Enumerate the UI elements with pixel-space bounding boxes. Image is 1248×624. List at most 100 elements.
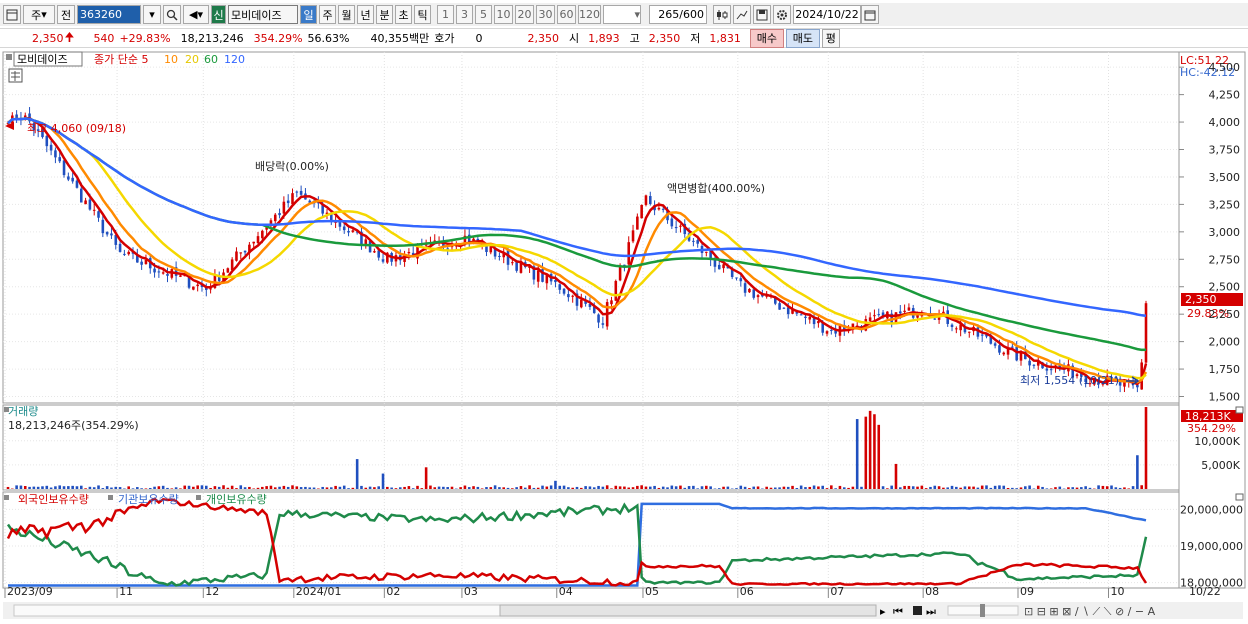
volume-bar	[895, 464, 898, 489]
candle-body	[869, 317, 872, 321]
candle-body	[994, 343, 997, 345]
volume-bar	[977, 488, 980, 489]
period-week[interactable]: 주	[319, 5, 336, 24]
evaluate-button[interactable]: 평	[822, 29, 840, 48]
volume-bar	[71, 486, 74, 489]
period-year[interactable]: 년	[357, 5, 374, 24]
chart-area[interactable]: 모비데이즈 종가 단순 5 10 20 60 120 LC:51.22 HC:-…	[0, 50, 1248, 621]
zoom-slider-handle[interactable]	[980, 604, 985, 617]
market-select[interactable]: 주▾	[23, 5, 55, 24]
speaker-icon[interactable]: ◀▾	[183, 5, 209, 24]
stop-icon[interactable]	[913, 606, 922, 615]
price-change: 540	[88, 32, 119, 45]
candle-body	[287, 201, 290, 204]
volume-bar	[369, 487, 372, 489]
candle-body	[1015, 347, 1018, 361]
low-annotation: 최저 1,554 (10/21)	[1020, 374, 1119, 387]
window-icon[interactable]	[3, 5, 21, 24]
date-field[interactable]: 2024/10/22	[793, 5, 861, 24]
crosshair-icon[interactable]	[733, 5, 751, 24]
legend-individual: 개인보유수량	[206, 493, 267, 506]
interval-10[interactable]: 10	[494, 5, 513, 24]
stock-code-input[interactable]: 363260	[77, 5, 141, 24]
prefix-button[interactable]: 전	[57, 5, 75, 24]
interval-60[interactable]: 60	[557, 5, 576, 24]
volume-bar	[421, 488, 424, 489]
toolbar: 주▾ 전 363260 ▾ ◀▾ 신 모비데이즈 일 주 월 년 분 초 틱 1…	[0, 3, 1248, 26]
volume-bar	[908, 486, 911, 489]
low-price: 1,831	[705, 32, 746, 45]
volume-bar	[15, 485, 18, 489]
dropdown-arrow-icon[interactable]: ▾	[143, 5, 161, 24]
buy-button[interactable]: 매수	[750, 29, 784, 48]
search-icon[interactable]	[163, 5, 181, 24]
volume-bar	[528, 485, 531, 489]
scroll-first-icon[interactable]: ⏮	[893, 605, 903, 618]
interval-120[interactable]: 120	[578, 5, 601, 24]
chart-svg[interactable]: 모비데이즈 종가 단순 5 10 20 60 120 LC:51.22 HC:-…	[0, 50, 1248, 621]
candle-body	[679, 226, 682, 227]
scrollbar-thumb[interactable]	[500, 605, 876, 616]
volume-bar	[37, 487, 40, 489]
candle-body	[352, 230, 355, 232]
volume-bar	[106, 486, 109, 489]
volume-bar	[580, 488, 583, 489]
price-tick-label-12: 1,500	[1209, 391, 1241, 404]
volume-bar	[1015, 488, 1018, 489]
volume-bar	[339, 487, 342, 489]
count-field[interactable]: 265/600	[649, 5, 707, 24]
x-axis-label-13: 10/22	[1189, 585, 1221, 598]
volume-bar	[248, 487, 251, 489]
period-month[interactable]: 월	[338, 5, 355, 24]
scroll-right-icon[interactable]: ▸	[880, 605, 886, 618]
candle-body	[705, 252, 708, 253]
candle-body	[46, 136, 49, 146]
trade-amount: 40,355백만	[355, 30, 435, 46]
volume-bar	[860, 487, 863, 489]
scroll-last-icon[interactable]: ⏭	[926, 605, 936, 618]
volume-bar	[705, 486, 708, 489]
candle-body	[1028, 361, 1031, 366]
holdings-panel-close-icon[interactable]	[1236, 494, 1243, 500]
bottom-tools-icons[interactable]: ⊡ ⊟ ⊞ ⊠ ∕ ∖ ⟋ ⟍ ⊘ ∕ − A	[1024, 605, 1156, 618]
volume-bar	[175, 487, 178, 489]
interval-5[interactable]: 5	[475, 5, 492, 24]
sell-button[interactable]: 매도	[786, 29, 820, 48]
gear-icon[interactable]	[773, 5, 791, 24]
volume-bar	[1024, 486, 1027, 489]
interval-30[interactable]: 30	[536, 5, 555, 24]
volume-bar	[507, 488, 510, 489]
candle-body	[757, 295, 760, 297]
calendar-icon[interactable]	[861, 5, 879, 24]
period-tick[interactable]: 틱	[414, 5, 431, 24]
interval-1[interactable]: 1	[437, 5, 454, 24]
period-second[interactable]: 초	[395, 5, 412, 24]
volume-panel-close-icon[interactable]	[1236, 407, 1243, 413]
holdings-marker-2	[108, 495, 113, 500]
volume-bar	[808, 487, 811, 489]
candle-body	[373, 251, 376, 252]
volume-bar	[97, 485, 100, 489]
save-icon[interactable]	[753, 5, 771, 24]
volume-bar	[76, 486, 79, 489]
period-minute[interactable]: 분	[376, 5, 393, 24]
x-axis-label-0: 2023/09	[7, 585, 53, 598]
volume-bar	[20, 486, 23, 489]
volume-panel[interactable]	[3, 405, 1179, 490]
candle-icon[interactable]	[713, 5, 731, 24]
volume-bar	[1067, 487, 1070, 489]
volume-bar	[489, 487, 492, 489]
volume-bar	[533, 488, 536, 489]
volume-bar	[102, 488, 105, 489]
interval-20[interactable]: 20	[515, 5, 534, 24]
price-panel[interactable]	[3, 52, 1179, 403]
volume-bar	[416, 486, 419, 489]
period-day[interactable]: 일	[300, 5, 317, 24]
volume-bar	[403, 487, 406, 489]
volume-bar	[80, 486, 83, 489]
volume-bar	[627, 488, 630, 489]
volume-bar	[649, 487, 652, 489]
interval-3[interactable]: 3	[456, 5, 473, 24]
count-total: /600	[679, 8, 704, 21]
interval-dropdown[interactable]: ▾	[603, 5, 641, 24]
